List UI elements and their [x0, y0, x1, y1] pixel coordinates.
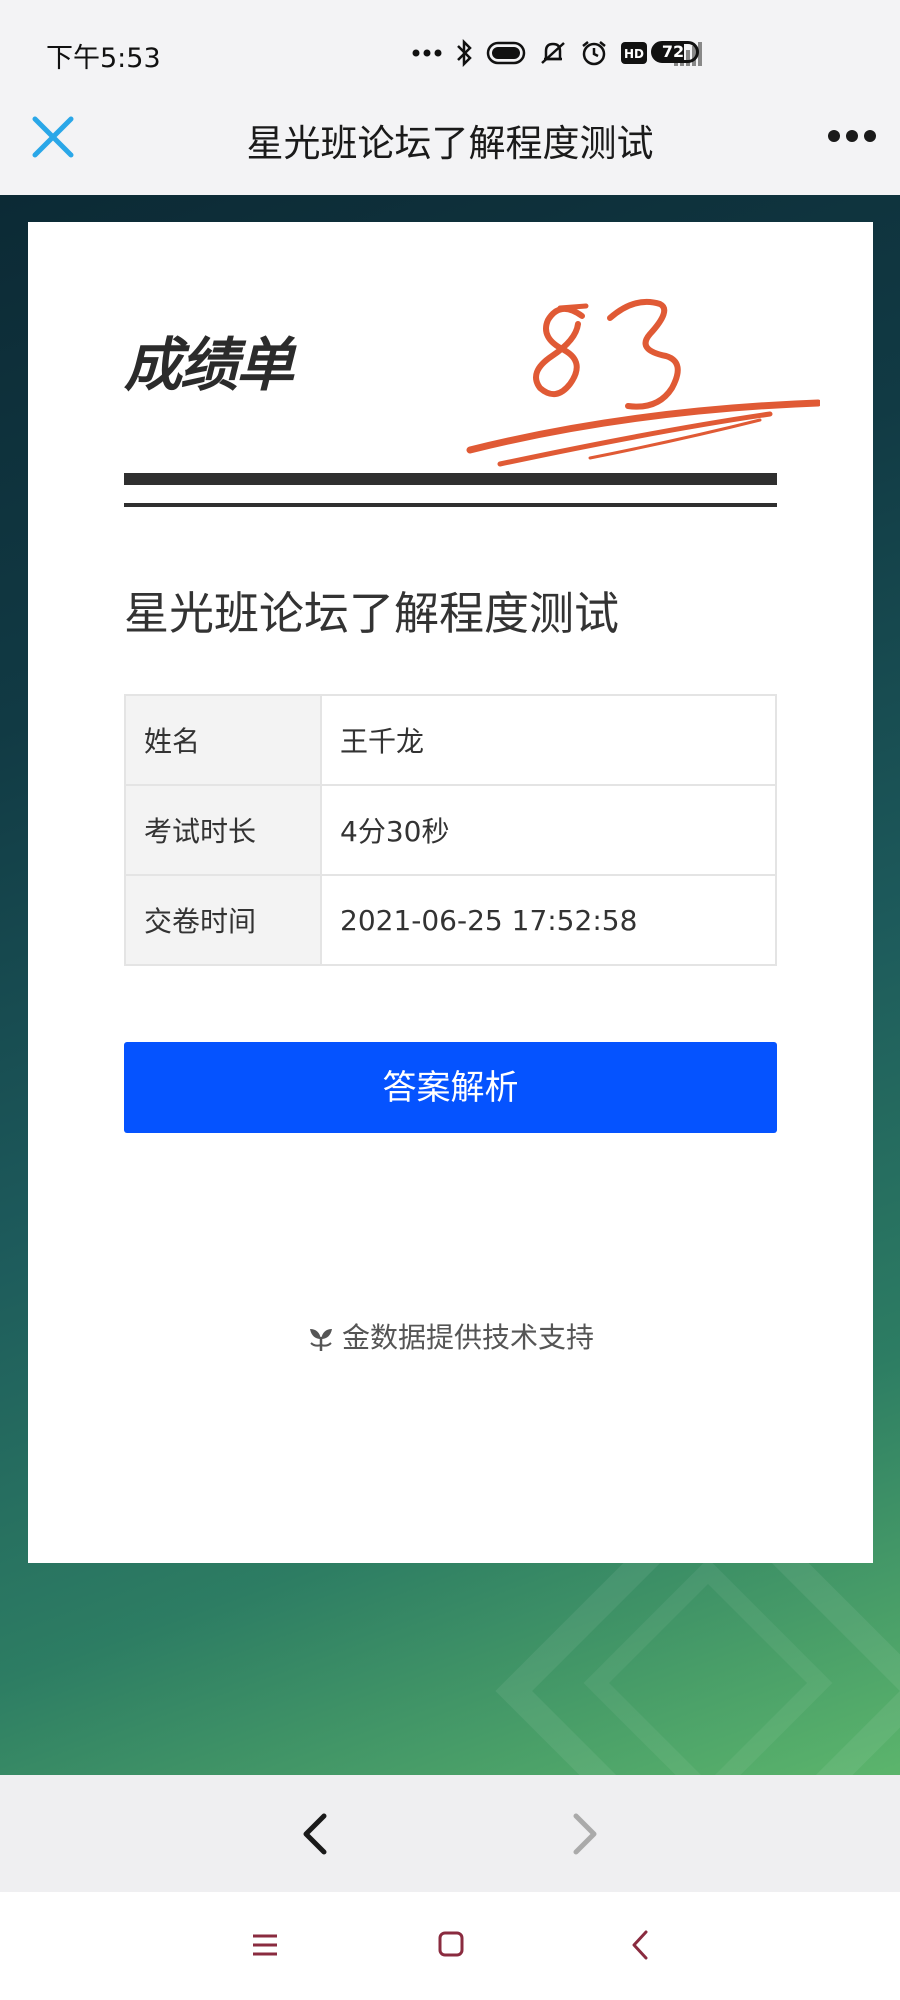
- heading-rule: [124, 503, 777, 507]
- forward-icon[interactable]: [568, 1810, 604, 1858]
- back-icon[interactable]: [296, 1810, 332, 1858]
- menu-icon[interactable]: [250, 1930, 280, 1960]
- report-heading: 成绩单: [124, 331, 294, 399]
- answer-analysis-button[interactable]: 答案解析: [124, 1042, 777, 1133]
- system-back-icon[interactable]: [628, 1928, 652, 1962]
- svg-text:HD: HD: [624, 47, 644, 61]
- duration-label: 考试时长: [124, 784, 322, 876]
- status-bar: 下午5:53 HD 4G 72: [0, 0, 900, 95]
- toggle-icon: [486, 41, 526, 65]
- page-title: 星光班论坛了解程度测试: [246, 122, 654, 165]
- battery-level: 72: [661, 42, 685, 61]
- table-row: 交卷时间 2021-06-25 17:52:58: [124, 874, 777, 966]
- score-signature: [466, 298, 820, 467]
- submit-time-label: 交卷时间: [124, 874, 322, 966]
- hd-icon: HD: [621, 42, 647, 64]
- info-table: 姓名 王千龙 考试时长 4分30秒 交卷时间 2021-06-25 17:52:…: [124, 694, 777, 966]
- duration-value: 4分30秒: [320, 784, 777, 876]
- bluetooth-icon: [457, 39, 472, 67]
- powered-by-text: 金数据提供技术支持: [341, 1321, 594, 1354]
- submit-time-value: 2021-06-25 17:52:58: [320, 874, 777, 966]
- name-label: 姓名: [124, 694, 322, 786]
- exam-title: 星光班论坛了解程度测试: [124, 587, 620, 640]
- powered-by[interactable]: 金数据提供技术支持: [0, 1316, 900, 1356]
- name-value: 王千龙: [320, 694, 777, 786]
- mute-icon: [541, 42, 565, 64]
- table-row: 考试时长 4分30秒: [124, 784, 777, 876]
- more-dots-icon: [412, 49, 442, 57]
- alarm-icon: [582, 41, 606, 66]
- more-icon[interactable]: [826, 126, 878, 146]
- status-time: 下午5:53: [46, 43, 161, 74]
- browser-nav: [0, 1775, 900, 1892]
- sprout-icon: [309, 1329, 332, 1351]
- table-row: 姓名 王千龙: [124, 694, 777, 786]
- home-icon[interactable]: [437, 1930, 465, 1958]
- heading-rule: [124, 473, 777, 485]
